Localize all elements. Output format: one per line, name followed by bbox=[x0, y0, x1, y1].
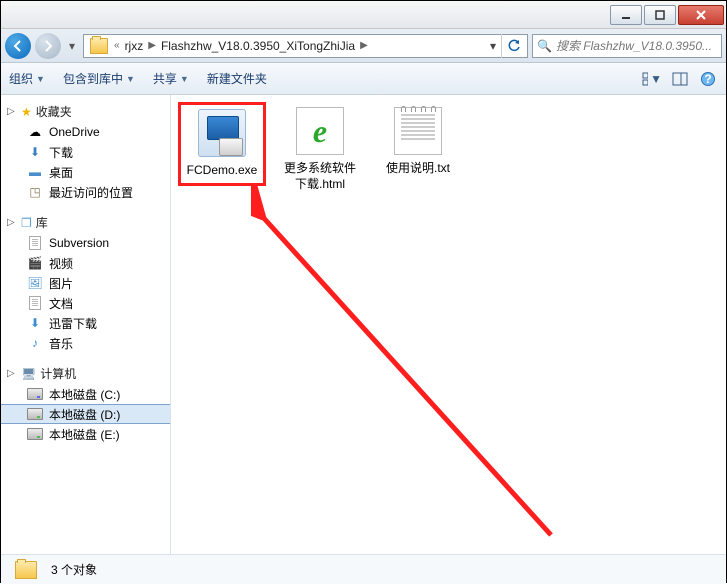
sidebar: ▷ ★ 收藏夹 ☁OneDrive ⬇下载 ▬桌面 ◳最近访问的位置 ▷ ❐ 库… bbox=[1, 95, 171, 554]
sidebar-item-desktop[interactable]: ▬桌面 bbox=[1, 162, 170, 182]
body: ▷ ★ 收藏夹 ☁OneDrive ⬇下载 ▬桌面 ◳最近访问的位置 ▷ ❐ 库… bbox=[1, 95, 726, 554]
preview-pane-button[interactable] bbox=[670, 69, 690, 89]
search-input[interactable]: 🔍 搜索 Flashzhw_V18.0.3950... bbox=[532, 34, 722, 58]
drive-icon bbox=[27, 408, 43, 420]
sidebar-item-videos[interactable]: 🎬视频 bbox=[1, 253, 170, 273]
downloads-icon: ⬇ bbox=[27, 145, 43, 159]
favorites-header[interactable]: ▷ ★ 收藏夹 bbox=[1, 101, 170, 122]
collapse-icon: ▷ bbox=[7, 368, 17, 379]
nav-history-dropdown[interactable]: ▾ bbox=[65, 36, 79, 56]
back-button[interactable] bbox=[5, 33, 31, 59]
file-name: FCDemo.exe bbox=[183, 163, 261, 179]
organize-menu[interactable]: 组织▼ bbox=[9, 70, 45, 87]
sidebar-item-recent[interactable]: ◳最近访问的位置 bbox=[1, 182, 170, 202]
annotation-arrow bbox=[251, 185, 591, 565]
computer-header[interactable]: ▷ 🖥 计算机 bbox=[1, 363, 170, 384]
libraries-header[interactable]: ▷ ❐ 库 bbox=[1, 212, 170, 233]
sidebar-item-subversion[interactable]: Subversion bbox=[1, 233, 170, 253]
video-icon: 🎬 bbox=[27, 256, 43, 270]
collapse-icon: ▷ bbox=[7, 217, 17, 228]
breadcrumb-sep[interactable]: ▶ bbox=[146, 40, 158, 51]
library-icon: ❐ bbox=[21, 216, 32, 230]
titlebar bbox=[1, 1, 726, 29]
navbar: ▾ « rjxz ▶ Flashzhw_V18.0.3950_XiTongZhi… bbox=[1, 29, 726, 63]
sidebar-item-drive-c[interactable]: 本地磁盘 (C:) bbox=[1, 384, 170, 404]
sidebar-item-music[interactable]: ♪音乐 bbox=[1, 333, 170, 353]
newfolder-button[interactable]: 新建文件夹 bbox=[207, 70, 267, 87]
sidebar-item-xunlei[interactable]: ⬇迅雷下载 bbox=[1, 313, 170, 333]
breadcrumb-current[interactable]: Flashzhw_V18.0.3950_XiTongZhiJia bbox=[158, 39, 358, 53]
drive-icon bbox=[27, 428, 43, 440]
search-placeholder: 搜索 Flashzhw_V18.0.3950... bbox=[556, 37, 712, 54]
breadcrumb-sep[interactable]: ▶ bbox=[358, 40, 370, 51]
maximize-button[interactable] bbox=[644, 5, 676, 25]
sidebar-item-documents[interactable]: 文档 bbox=[1, 293, 170, 313]
recent-icon: ◳ bbox=[27, 185, 43, 199]
sidebar-item-pictures[interactable]: 🖼图片 bbox=[1, 273, 170, 293]
address-bar[interactable]: « rjxz ▶ Flashzhw_V18.0.3950_XiTongZhiJi… bbox=[83, 34, 528, 58]
html-icon bbox=[296, 107, 344, 155]
xunlei-icon: ⬇ bbox=[27, 316, 43, 330]
minimize-button[interactable] bbox=[610, 5, 642, 25]
file-item[interactable]: FCDemo.exe bbox=[183, 107, 261, 181]
sidebar-item-downloads[interactable]: ⬇下载 bbox=[1, 142, 170, 162]
music-icon: ♪ bbox=[27, 336, 43, 350]
search-icon: 🔍 bbox=[537, 39, 552, 53]
statusbar: 3 个对象 bbox=[1, 554, 726, 584]
svg-text:?: ? bbox=[704, 72, 711, 86]
refresh-button[interactable] bbox=[501, 34, 525, 58]
star-icon: ★ bbox=[21, 105, 32, 119]
folder-icon bbox=[15, 561, 37, 579]
status-count: 3 个对象 bbox=[51, 561, 97, 578]
include-menu[interactable]: 包含到库中▼ bbox=[63, 70, 135, 87]
file-item[interactable]: 更多系统软件下载.html bbox=[281, 107, 359, 192]
file-item[interactable]: 使用说明.txt bbox=[379, 107, 457, 177]
collapse-icon: ▷ bbox=[7, 106, 17, 117]
content-pane[interactable]: FCDemo.exe 更多系统软件下载.html 使用说明.txt bbox=[171, 95, 726, 554]
sidebar-item-drive-e[interactable]: 本地磁盘 (E:) bbox=[1, 424, 170, 444]
help-button[interactable]: ? bbox=[698, 69, 718, 89]
computer-icon: 🖥 bbox=[21, 367, 36, 381]
file-name: 更多系统软件下载.html bbox=[281, 161, 359, 192]
document-icon bbox=[29, 296, 41, 310]
sidebar-item-onedrive[interactable]: ☁OneDrive bbox=[1, 122, 170, 142]
page-icon bbox=[29, 236, 41, 250]
breadcrumb-parent[interactable]: rjxz bbox=[122, 39, 147, 53]
folder-icon bbox=[90, 38, 108, 54]
toolbar: 组织▼ 包含到库中▼ 共享▼ 新建文件夹 ▼ ? bbox=[1, 63, 726, 95]
file-name: 使用说明.txt bbox=[379, 161, 457, 177]
view-options-button[interactable]: ▼ bbox=[642, 69, 662, 89]
breadcrumb-sep: « bbox=[112, 40, 122, 51]
share-menu[interactable]: 共享▼ bbox=[153, 70, 189, 87]
picture-icon: 🖼 bbox=[27, 276, 43, 290]
desktop-icon: ▬ bbox=[27, 165, 43, 179]
onedrive-icon: ☁ bbox=[27, 125, 43, 139]
drive-icon bbox=[27, 388, 43, 400]
exe-icon bbox=[198, 109, 246, 157]
forward-button[interactable] bbox=[35, 33, 61, 59]
close-button[interactable] bbox=[678, 5, 724, 25]
explorer-window: ▾ « rjxz ▶ Flashzhw_V18.0.3950_XiTongZhi… bbox=[0, 0, 727, 583]
address-dropdown[interactable]: ▾ bbox=[485, 39, 501, 53]
sidebar-item-drive-d[interactable]: 本地磁盘 (D:) bbox=[1, 404, 170, 424]
txt-icon bbox=[394, 107, 442, 155]
